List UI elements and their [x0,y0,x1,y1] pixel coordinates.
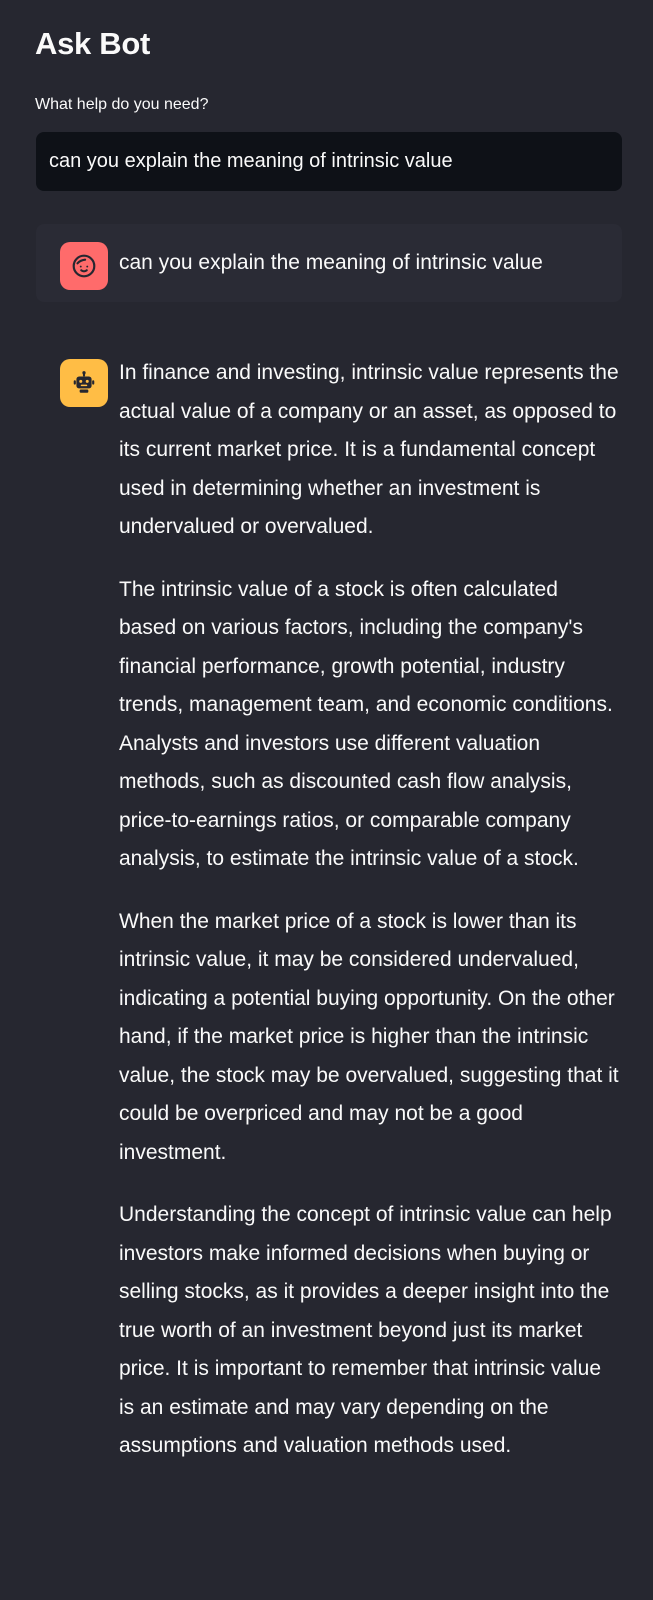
robot-icon [73,371,95,393]
page-title: Ask Bot [35,26,151,61]
prompt-label: What help do you need? [35,96,209,113]
user-chat-message: can you explain the meaning of intrinsic… [36,224,622,302]
assistant-paragraph: Understanding the concept of intrinsic v… [119,1203,612,1457]
app-container: Ask Bot What help do you need? can you e… [0,0,653,1600]
user-face-icon [72,254,96,278]
user-message-text: can you explain the meaning of intrinsic… [119,251,543,274]
assistant-chat-message: In finance and investing, intrinsic valu… [36,350,622,1576]
assistant-avatar [60,359,108,407]
assistant-paragraph: When the market price of a stock is lowe… [119,909,619,1164]
user-avatar [60,242,108,290]
assistant-paragraph: In finance and investing, intrinsic valu… [119,361,619,538]
prompt-input[interactable] [36,132,622,191]
assistant-paragraph: The intrinsic value of a stock is often … [119,577,613,871]
assistant-message-text: In finance and investing, intrinsic valu… [119,354,622,1490]
